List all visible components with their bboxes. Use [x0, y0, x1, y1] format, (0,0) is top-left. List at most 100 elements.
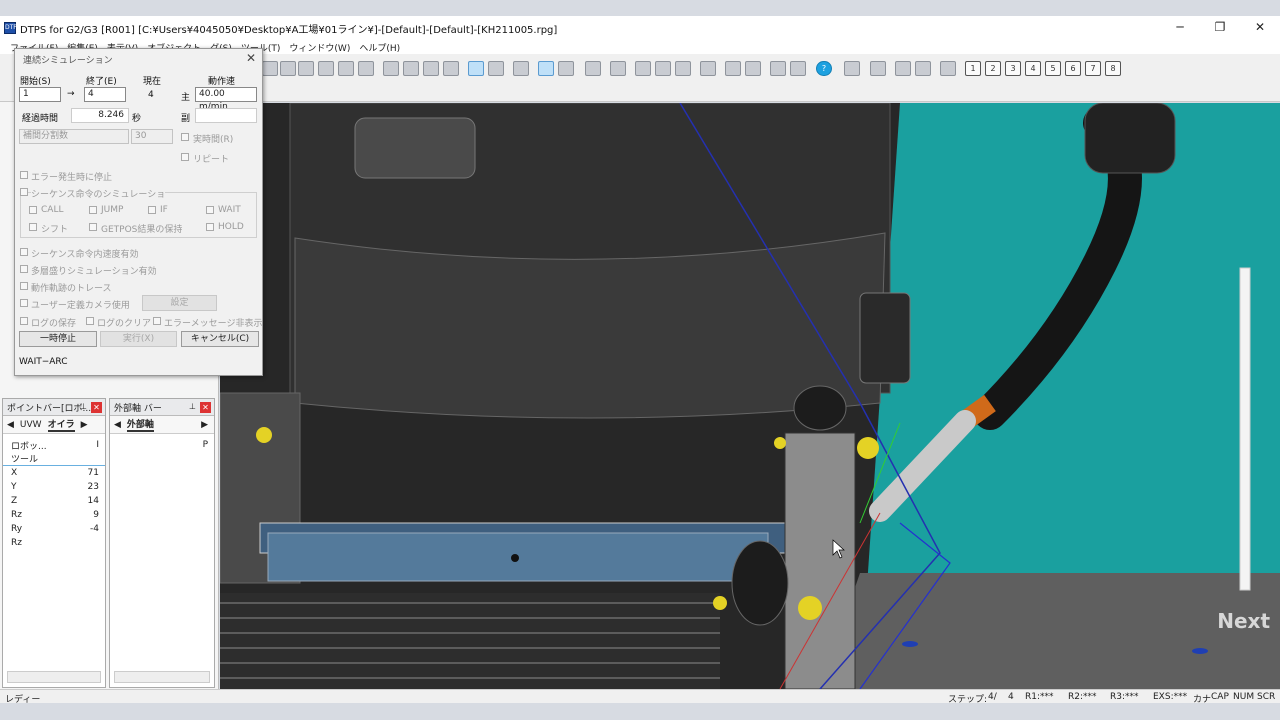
tool-shade-icon[interactable] — [468, 61, 484, 76]
trace-checkbox[interactable] — [20, 282, 28, 290]
tool-teach4-icon[interactable] — [790, 61, 806, 76]
tool-teach3-icon[interactable] — [770, 61, 786, 76]
tool-sphere-icon[interactable] — [423, 61, 439, 76]
elapsed-unit: 秒 — [132, 114, 142, 124]
minimize-button[interactable]: ─ — [1160, 16, 1200, 40]
layout-6-button[interactable]: 6 — [1065, 61, 1081, 76]
tab-external-axis[interactable]: 外部軸 — [126, 417, 154, 432]
menu-help[interactable]: ヘルプ(H) — [359, 41, 400, 54]
tool-monitor-icon[interactable] — [844, 61, 860, 76]
log-clear-checkbox[interactable] — [86, 317, 94, 325]
if-label: IF — [160, 205, 168, 215]
tool-robot2-icon[interactable] — [298, 61, 314, 76]
layout-8-button[interactable]: 8 — [1105, 61, 1121, 76]
sub-speed-value — [195, 108, 257, 123]
log-save-label: ログの保存 — [31, 319, 77, 329]
horizontal-scrollbar[interactable] — [7, 671, 101, 683]
tool-robot-icon[interactable] — [280, 61, 296, 76]
tool-cam-icon[interactable] — [915, 61, 931, 76]
list-item: P — [202, 440, 208, 450]
3d-viewport[interactable]: Next — [220, 103, 1280, 689]
interpolation-select[interactable]: 補間分割数 — [19, 129, 129, 144]
tool-weld3-icon[interactable] — [655, 61, 671, 76]
layout-3-button[interactable]: 3 — [1005, 61, 1021, 76]
realtime-label: 実時間(R) — [193, 135, 234, 145]
sequence-sim-checkbox[interactable] — [20, 188, 28, 196]
jump-label: JUMP — [101, 205, 124, 215]
multilayer-checkbox[interactable] — [20, 265, 28, 273]
close-icon[interactable]: ✕ — [91, 402, 102, 413]
if-checkbox[interactable] — [148, 206, 156, 214]
tool-weld-icon[interactable] — [610, 61, 626, 76]
tool-layers-icon[interactable] — [513, 61, 529, 76]
tool-bar-icon[interactable] — [895, 61, 911, 76]
close-icon[interactable]: ✕ — [246, 51, 256, 65]
menu-window[interactable]: ウィンドウ(W) — [289, 41, 350, 54]
user-camera-checkbox[interactable] — [20, 299, 28, 307]
error-hide-checkbox[interactable] — [153, 317, 161, 325]
tool-list-icon[interactable] — [940, 61, 956, 76]
tool-image-icon[interactable] — [488, 61, 504, 76]
layout-7-button[interactable]: 7 — [1085, 61, 1101, 76]
pin-icon[interactable]: ⊥ — [80, 402, 87, 411]
window-title: DTPS for G2/G3 [R001] [C:¥Users¥4045050¥… — [20, 24, 558, 36]
tab-uvw[interactable]: UVW — [20, 420, 42, 430]
run-button[interactable]: 実行(X) — [100, 331, 177, 347]
sequence-group-label: シーケンス命令のシミュレーショ — [31, 187, 166, 200]
list-item: Z 14 — [11, 496, 99, 506]
tool-robot3-icon[interactable] — [318, 61, 334, 76]
interpolation-input[interactable]: 30 — [131, 129, 173, 144]
tool-box2-icon[interactable] — [700, 61, 716, 76]
close-icon[interactable]: ✕ — [200, 402, 211, 413]
tool-teach-icon[interactable] — [725, 61, 741, 76]
tool-orbit-icon[interactable] — [443, 61, 459, 76]
tab-euler[interactable]: オイラ — [47, 417, 75, 432]
end-input[interactable]: 4 — [84, 87, 126, 102]
tool-frame-icon[interactable] — [358, 61, 374, 76]
repeat-checkbox[interactable] — [181, 153, 189, 161]
shift-checkbox[interactable] — [29, 223, 37, 231]
tab-right-arrow-icon[interactable]: ▶ — [81, 420, 88, 430]
tab-left-arrow-icon[interactable]: ◀ — [7, 420, 14, 430]
log-save-checkbox[interactable] — [20, 317, 28, 325]
pin-icon[interactable]: ⊥ — [189, 402, 196, 411]
tool-rotate-icon[interactable] — [262, 61, 278, 76]
layout-5-button[interactable]: 5 — [1045, 61, 1061, 76]
jump-checkbox[interactable] — [89, 206, 97, 214]
tab-right-arrow-icon[interactable]: ▶ — [201, 420, 208, 430]
layout-1-button[interactable]: 1 — [965, 61, 981, 76]
multilayer-label: 多層盛りシミュレーション有効 — [31, 267, 157, 277]
tool-box-icon[interactable] — [675, 61, 691, 76]
tool-weld2-icon[interactable] — [635, 61, 651, 76]
settings-button[interactable]: 設定 — [142, 295, 217, 311]
layout-2-button[interactable]: 2 — [985, 61, 1001, 76]
call-checkbox[interactable] — [29, 206, 37, 214]
tab-left-arrow-icon[interactable]: ◀ — [114, 420, 121, 430]
help-icon[interactable]: ? — [816, 61, 832, 76]
tool-gear-icon[interactable] — [558, 61, 574, 76]
stop-on-error-checkbox[interactable] — [20, 171, 28, 179]
start-input[interactable]: 1 — [19, 87, 61, 102]
pause-button[interactable]: 一時停止 — [19, 331, 97, 347]
restore-button[interactable]: ❐ — [1200, 16, 1240, 40]
tool-pen-icon[interactable] — [538, 61, 554, 76]
hold-checkbox[interactable] — [206, 223, 214, 231]
close-button[interactable]: ✕ — [1240, 16, 1280, 40]
tool-cube-icon[interactable] — [338, 61, 354, 76]
seq-speed-checkbox[interactable] — [20, 248, 28, 256]
layout-4-button[interactable]: 4 — [1025, 61, 1041, 76]
cancel-button[interactable]: キャンセル(C) — [181, 331, 259, 347]
horizontal-scrollbar[interactable] — [114, 671, 210, 683]
tool-group-icon[interactable] — [585, 61, 601, 76]
tool-axis-icon[interactable] — [383, 61, 399, 76]
realtime-checkbox[interactable] — [181, 133, 189, 141]
getpos-checkbox[interactable] — [89, 223, 97, 231]
list-item: Y 23 — [11, 482, 99, 492]
tool-cursor-icon[interactable] — [403, 61, 419, 76]
exs-status: EXS:*** — [1153, 692, 1188, 702]
tool-teach2-icon[interactable] — [745, 61, 761, 76]
tool-play-icon[interactable] — [870, 61, 886, 76]
list-item: Rz — [11, 538, 22, 548]
wait-checkbox[interactable] — [206, 206, 214, 214]
app-icon: DTPS — [4, 22, 21, 34]
